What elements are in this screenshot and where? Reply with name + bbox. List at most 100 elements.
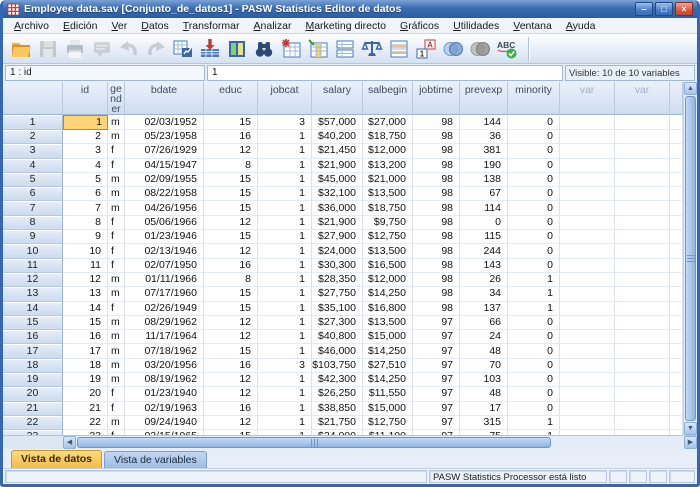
value-labels-icon[interactable]: A1 [412,36,439,62]
row-number[interactable]: 1 [3,115,63,130]
cell-bdate[interactable]: 03/20/1956 [125,359,204,373]
cell-var[interactable] [615,259,670,273]
cell-jobtime[interactable]: 98 [413,173,460,187]
column-header-jobtime[interactable]: jobtime [413,82,460,115]
cell-prevexp[interactable]: 103 [460,373,508,387]
cell-var[interactable] [615,302,670,316]
cell-prevexp[interactable]: 48 [460,344,508,358]
close-button[interactable]: × [675,2,693,16]
cell-salary[interactable]: $32,100 [312,187,363,201]
cell-var[interactable] [615,402,670,416]
goto-variable-icon[interactable] [196,36,223,62]
cell-salary[interactable]: $38,850 [312,402,363,416]
cell-var[interactable] [560,402,615,416]
column-header-minority[interactable]: minority [508,82,560,115]
cell-id[interactable]: 9 [63,230,108,244]
cell-jobcat[interactable]: 1 [258,244,312,258]
cell-jobcat[interactable]: 1 [258,373,312,387]
cell-jobcat[interactable]: 1 [258,344,312,358]
column-header-bdate[interactable]: bdate [125,82,204,115]
cell-educ[interactable]: 16 [204,402,258,416]
cell-jobtime[interactable]: 97 [413,359,460,373]
cell-gender[interactable]: m [108,416,125,430]
row-number[interactable]: 4 [3,159,63,173]
cell-minority[interactable]: 0 [508,373,560,387]
cell-bdate[interactable]: 08/22/1958 [125,187,204,201]
cell-bdate[interactable]: 04/15/1947 [125,159,204,173]
cell-salary[interactable]: $36,000 [312,201,363,215]
cell-bdate[interactable]: 02/19/1963 [125,402,204,416]
scroll-up-icon[interactable]: ▲ [684,82,697,95]
row-number[interactable]: 3 [3,144,63,158]
cell-jobtime[interactable]: 98 [413,287,460,301]
cell-minority[interactable]: 1 [508,273,560,287]
spell-check-icon[interactable]: ABC [493,36,520,62]
split-file-icon[interactable] [331,36,358,62]
cell-salary[interactable]: $21,900 [312,216,363,230]
column-header-educ[interactable]: educ [204,82,258,115]
cell-jobtime[interactable]: 97 [413,330,460,344]
cell-var[interactable] [615,244,670,258]
cell-jobcat[interactable]: 3 [258,115,312,130]
cell-prevexp[interactable]: 17 [460,402,508,416]
cell-educ[interactable]: 12 [204,330,258,344]
cell-salbegin[interactable]: $11,100 [363,430,413,435]
cell-minority[interactable]: 0 [508,244,560,258]
cell-jobcat[interactable]: 1 [258,316,312,330]
cell-salary[interactable]: $24,000 [312,430,363,435]
cell-var[interactable] [560,230,615,244]
cell-salary[interactable]: $21,450 [312,144,363,158]
menu-item-edici-n[interactable]: Edición [56,19,104,33]
cell-educ[interactable]: 12 [204,373,258,387]
row-number[interactable]: 15 [3,316,63,330]
menu-item-transformar[interactable]: Transformar [176,19,247,33]
cell-jobtime[interactable]: 98 [413,187,460,201]
menu-item-analizar[interactable]: Analizar [247,19,299,33]
cell-var[interactable] [615,373,670,387]
cell-var[interactable] [615,316,670,330]
cell-jobcat[interactable]: 3 [258,359,312,373]
cell-var[interactable] [560,330,615,344]
cell-salary[interactable]: $27,750 [312,287,363,301]
cell-minority[interactable]: 0 [508,144,560,158]
cell-id[interactable]: 19 [63,373,108,387]
horizontal-scroll-thumb[interactable] [77,437,551,448]
column-header-var-12[interactable]: var [615,82,670,115]
cell-educ[interactable]: 16 [204,259,258,273]
cell-salary[interactable]: $40,200 [312,130,363,144]
column-header-gender[interactable]: gender [108,82,125,115]
cell-salbegin[interactable]: $21,000 [363,173,413,187]
row-number[interactable]: 17 [3,344,63,358]
cell-minority[interactable]: 0 [508,316,560,330]
cell-var[interactable] [615,159,670,173]
cell-var[interactable] [560,159,615,173]
cell-educ[interactable]: 12 [204,387,258,401]
cell-id[interactable]: 12 [63,273,108,287]
vertical-scrollbar[interactable]: ▲ ▼ [683,82,697,435]
cell-gender[interactable]: m [108,330,125,344]
cell-prevexp[interactable]: 138 [460,173,508,187]
cell-educ[interactable]: 12 [204,416,258,430]
cell-prevexp[interactable]: 75 [460,430,508,435]
cell-minority[interactable]: 0 [508,330,560,344]
cell-educ[interactable]: 15 [204,230,258,244]
cell-jobtime[interactable]: 98 [413,216,460,230]
cell-salbegin[interactable]: $13,500 [363,187,413,201]
cell-var[interactable] [615,387,670,401]
cell-prevexp[interactable]: 190 [460,159,508,173]
cell-jobcat[interactable]: 1 [258,216,312,230]
cell-salbegin[interactable]: $14,250 [363,344,413,358]
cell-gender[interactable]: f [108,402,125,416]
cell-bdate[interactable]: 02/09/1955 [125,173,204,187]
cell-salbegin[interactable]: $13,500 [363,316,413,330]
cell-salary[interactable]: $46,000 [312,344,363,358]
cell-prevexp[interactable]: 114 [460,201,508,215]
cell-var[interactable] [615,173,670,187]
cell-educ[interactable]: 15 [204,173,258,187]
cell-jobcat[interactable]: 1 [258,302,312,316]
cell-prevexp[interactable]: 34 [460,287,508,301]
cell-educ[interactable]: 12 [204,144,258,158]
cell-educ[interactable]: 15 [204,187,258,201]
row-number[interactable]: 2 [3,130,63,144]
cell-salbegin[interactable]: $16,500 [363,259,413,273]
